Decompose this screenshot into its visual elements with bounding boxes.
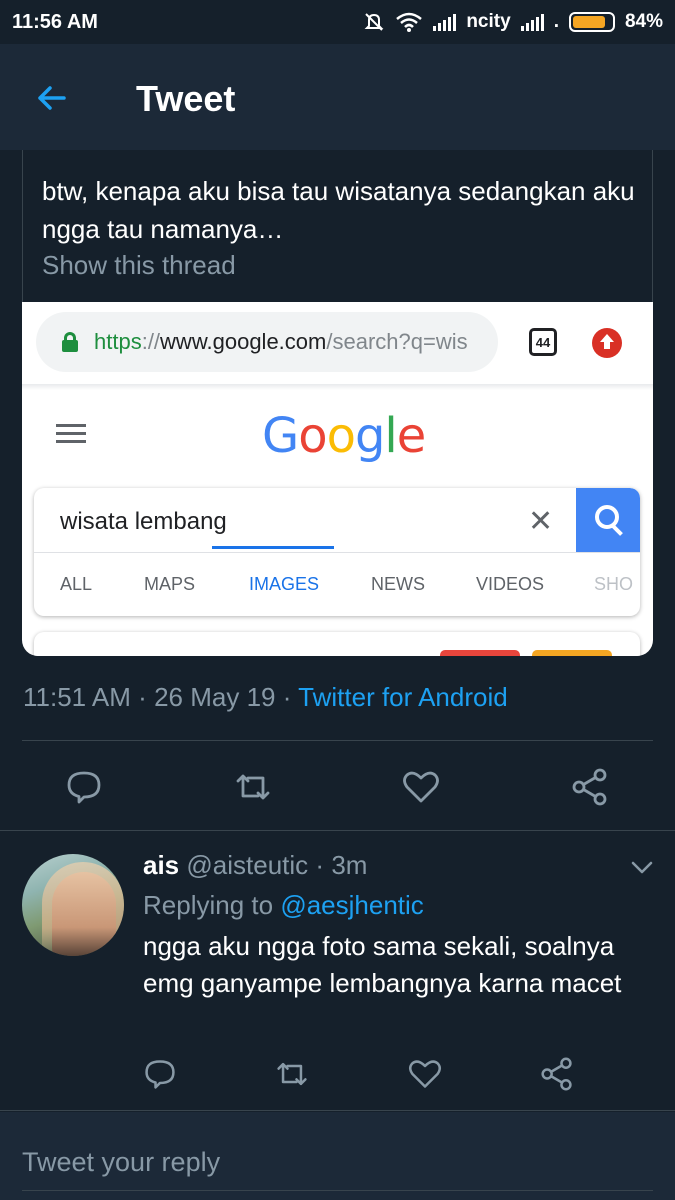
- back-arrow-icon[interactable]: [34, 80, 70, 116]
- search-tab-news: NEWS: [371, 574, 425, 594]
- reply-time: 3m: [331, 850, 368, 880]
- url-separator: ://: [141, 329, 161, 354]
- wifi-icon: [396, 12, 423, 32]
- page-title: Tweet: [136, 78, 236, 119]
- url-path: /search?q=wis: [326, 329, 468, 354]
- tweet-meta: 11:51 AM · 26 May 19 · Twitter for Andro…: [23, 682, 508, 713]
- compose-underline: [22, 1190, 653, 1191]
- hamburger-icon: [56, 424, 86, 444]
- status-icons: ncity . 84%: [363, 11, 663, 33]
- share-icon[interactable]: [571, 768, 609, 806]
- divider: [22, 740, 653, 741]
- search-tab-videos: VIDEOS: [476, 574, 545, 594]
- compose-bar: [0, 1112, 675, 1200]
- top-app-bar: Tweet: [0, 44, 675, 150]
- tweet-time: 11:51 AM: [23, 682, 131, 712]
- google-search-card: wisata lembang ✕ ALL MAPS IMAGES NEWS VI…: [34, 488, 640, 616]
- chevron-down-icon[interactable]: [630, 860, 654, 876]
- upload-icon: [592, 328, 622, 358]
- reply-author-handle: @aisteutic: [186, 850, 309, 880]
- active-tab-indicator: [212, 546, 334, 549]
- tweet-source-link[interactable]: Twitter for Android: [298, 682, 508, 712]
- browser-url-bar: https://www.google.com/search?q=wis: [36, 312, 498, 372]
- retweet-icon[interactable]: [234, 768, 272, 806]
- search-tab-maps: MAPS: [144, 574, 196, 594]
- meta-separator: ·: [282, 682, 292, 712]
- divider: [0, 830, 675, 831]
- status-bar: 11:56 AM ncity . 84%: [0, 0, 675, 44]
- result-chip: [532, 650, 612, 656]
- url-scheme: https: [94, 329, 142, 354]
- search-tab-all: ALL: [60, 574, 93, 594]
- search-separator: [34, 552, 640, 553]
- tweet-media-image[interactable]: https://www.google.com/search?q=wis 44 G…: [22, 302, 653, 656]
- reply-input[interactable]: [22, 1140, 653, 1184]
- search-query: wisata lembang: [60, 508, 227, 535]
- lock-icon: [62, 332, 78, 352]
- retweet-icon[interactable]: [275, 1057, 309, 1091]
- divider: [0, 1110, 675, 1111]
- status-time: 11:56 AM: [12, 10, 98, 33]
- signal-icon: [433, 13, 457, 31]
- signal-icon-2: [520, 13, 544, 31]
- replying-to-label: Replying to: [143, 890, 274, 920]
- clear-icon: ✕: [528, 505, 554, 538]
- reply-author-name[interactable]: ais: [143, 850, 179, 880]
- battery-icon: [568, 12, 615, 32]
- search-tab-shopping: SHO: [594, 574, 634, 594]
- reply-icon[interactable]: [143, 1057, 177, 1091]
- search-tab-images: IMAGES: [249, 574, 320, 594]
- avatar[interactable]: [22, 854, 124, 956]
- replying-to: Replying to @aesjhentic: [143, 890, 424, 921]
- reply-text: ngga aku ngga foto sama sekali, soalnya …: [143, 931, 622, 998]
- result-chip: [440, 650, 520, 656]
- meta-separator: ·: [138, 682, 147, 712]
- like-icon[interactable]: [402, 768, 440, 806]
- carrier-label: ncity: [466, 11, 511, 32]
- mute-icon: [364, 13, 384, 31]
- reply-author: ais @aisteutic · 3m: [143, 850, 367, 881]
- browser-divider: [22, 384, 653, 390]
- tweet-date: 26 May 19: [154, 682, 276, 712]
- search-icon: [576, 488, 640, 552]
- like-icon[interactable]: [408, 1057, 442, 1091]
- search-tabs: ALL MAPS IMAGES NEWS VIDEOS SHO: [34, 554, 640, 616]
- show-thread-link[interactable]: Show this thread: [42, 250, 236, 281]
- reply-separator: ·: [315, 850, 325, 880]
- tweet-text: btw, kenapa aku bisa tau wisatanya sedan…: [42, 176, 635, 244]
- browser-tab-count: 44: [529, 328, 557, 356]
- replying-to-mention[interactable]: @aesjhentic: [280, 890, 423, 920]
- status-dot: .: [553, 11, 559, 32]
- share-icon[interactable]: [540, 1057, 574, 1091]
- url-host: www.google.com: [160, 329, 327, 354]
- reply-icon[interactable]: [65, 768, 103, 806]
- google-logo: Google: [262, 408, 426, 464]
- battery-percent: 84%: [624, 11, 663, 32]
